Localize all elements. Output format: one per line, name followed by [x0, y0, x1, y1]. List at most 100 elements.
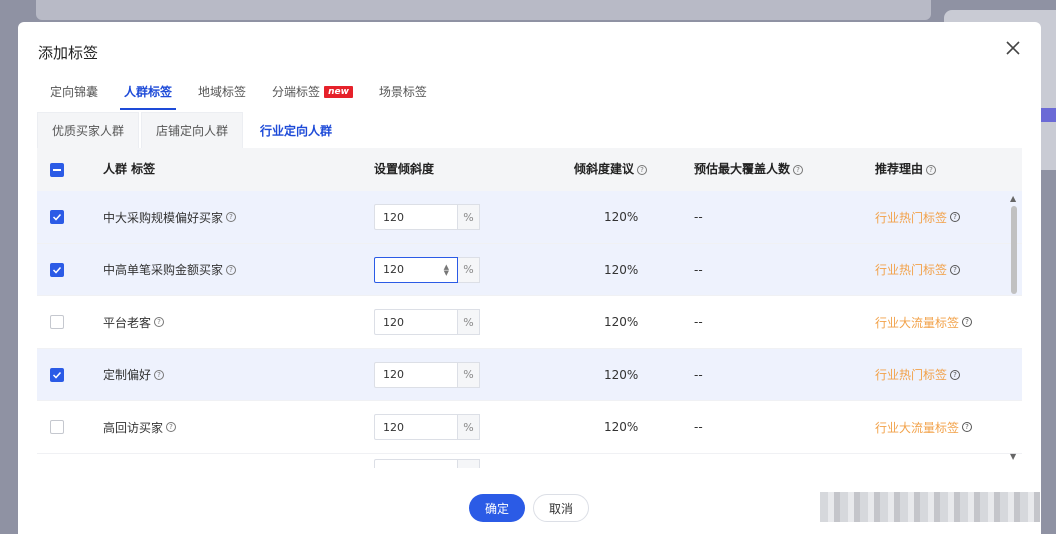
row-checkbox[interactable]	[50, 315, 64, 329]
coverage-value: --	[694, 210, 703, 224]
reason-value: 行业热门标签?	[875, 349, 961, 401]
coverage-value: --	[694, 262, 703, 277]
percent-unit: %	[458, 414, 480, 440]
header-label: 预估最大覆盖人数	[694, 162, 791, 176]
tag-name: 高回访买家?	[103, 401, 177, 453]
scroll-thumb[interactable]	[1011, 206, 1017, 294]
help-icon[interactable]: ?	[166, 422, 177, 432]
tilt-value: 120	[383, 315, 404, 329]
new-badge: new	[324, 86, 353, 98]
tab-crowd-tags[interactable]: 人群标签	[120, 84, 177, 110]
header-suggest: 倾斜度建议?	[574, 148, 648, 191]
tilt-input-group: 120 %	[374, 204, 480, 230]
tab-label: 人群标签	[124, 85, 173, 99]
tag-name: 中高单笔采购金额买家?	[103, 244, 237, 296]
help-icon[interactable]: ?	[226, 212, 237, 222]
tilt-input-group: 120 %	[374, 309, 480, 335]
suggest-value: 120%	[604, 210, 639, 224]
row-checkbox[interactable]	[50, 420, 64, 434]
row-checkbox[interactable]	[50, 210, 64, 224]
help-icon[interactable]: ?	[950, 212, 961, 222]
coverage-value: --	[694, 367, 703, 382]
tab-device-tags[interactable]: 分端标签 new	[272, 84, 353, 110]
suggest-value: 120%	[604, 315, 639, 329]
close-button[interactable]	[1003, 38, 1023, 58]
percent-unit: %	[458, 256, 480, 283]
background-card	[36, 0, 931, 20]
check-icon	[52, 213, 62, 221]
suggest-value: 120%	[604, 420, 639, 434]
tilt-input[interactable]: 120 ▲ ▼	[374, 256, 458, 283]
tab-label: 地域标签	[198, 85, 247, 99]
tilt-input[interactable]: 120	[374, 361, 458, 388]
tilt-input[interactable]: 120	[374, 204, 458, 230]
percent-unit: %	[458, 309, 480, 335]
table-row: 定制偏好? 120 % 120% -- 行业热门标签?	[37, 348, 1022, 401]
tilt-input[interactable]: 120	[374, 414, 458, 440]
select-all-checkbox[interactable]	[50, 162, 64, 177]
modal-title: 添加标签	[38, 44, 99, 62]
reason-text: 行业大流量标签	[875, 420, 960, 435]
tilt-value: 120	[383, 210, 404, 224]
table-row: 中大采购规模偏好买家? 120 % 120% -- 行业热门标签?	[37, 191, 1022, 244]
table-row: 高回访买家? 120 % 120% -- 行业大流量标签?	[37, 401, 1022, 454]
tilt-input-group: 120 %	[374, 414, 480, 440]
help-icon[interactable]: ?	[154, 317, 165, 327]
check-icon	[52, 266, 62, 274]
table-row: 中高单笔采购金额买家? 120 ▲ ▼ % 120% -- 行业热门标签?	[37, 243, 1022, 296]
percent-unit: %	[458, 204, 480, 230]
help-icon[interactable]: ?	[926, 164, 937, 175]
coverage-value: --	[694, 315, 703, 329]
header-label: 人群 标签	[103, 162, 156, 176]
table-header: 人群 标签 设置倾斜度 倾斜度建议? 预估最大覆盖人数? 推荐理由?	[37, 148, 1022, 191]
tag-name: 中大采购规模偏好买家?	[103, 191, 237, 243]
tab-targeting-kit[interactable]: 定向锦囊	[50, 84, 98, 110]
tilt-value: 120	[383, 263, 404, 276]
tilt-input[interactable]: 120	[374, 309, 458, 335]
tilt-value: 120	[383, 368, 404, 381]
tab-label: 定向锦囊	[50, 85, 99, 99]
header-reason: 推荐理由?	[875, 148, 937, 191]
scroll-down-icon[interactable]: ▼	[1010, 452, 1016, 461]
subtab-industry-targeting[interactable]: 行业定向人群	[245, 112, 348, 148]
crowd-table: 人群 标签 设置倾斜度 倾斜度建议? 预估最大覆盖人数? 推荐理由? 中大采购规…	[37, 148, 1022, 468]
confirm-button[interactable]: 确定	[469, 494, 525, 522]
table-scrollbar[interactable]: ▲ ▼	[1010, 194, 1018, 464]
row-checkbox[interactable]	[50, 262, 64, 277]
sub-tabs: 优质买家人群 店铺定向人群 行业定向人群	[37, 112, 349, 148]
table-row: 平台老客? 120 % 120% -- 行业大流量标签?	[37, 296, 1022, 349]
stepper-icon[interactable]: ▲ ▼	[444, 263, 449, 276]
reason-text: 行业热门标签	[875, 263, 948, 277]
help-icon[interactable]: ?	[950, 264, 961, 275]
help-icon[interactable]: ?	[962, 317, 973, 327]
help-icon[interactable]: ?	[793, 164, 804, 175]
header-coverage: 预估最大覆盖人数?	[694, 148, 804, 191]
tag-name-text: 中大采购规模偏好买家	[103, 210, 224, 225]
scroll-up-icon[interactable]: ▲	[1010, 194, 1016, 203]
subtab-quality-buyers[interactable]: 优质买家人群	[37, 112, 140, 148]
background-badge	[1040, 108, 1056, 122]
header-label: 设置倾斜度	[374, 162, 435, 176]
help-icon[interactable]: ?	[226, 264, 237, 275]
row-checkbox[interactable]	[50, 367, 64, 382]
reason-value: 行业热门标签?	[875, 244, 961, 296]
cancel-button[interactable]: 取消	[533, 494, 589, 522]
percent-unit: %	[458, 361, 480, 388]
close-icon	[1006, 41, 1020, 55]
header-tag: 人群 标签	[103, 148, 155, 191]
tab-scene-tags[interactable]: 场景标签	[379, 84, 427, 110]
tilt-input-group: 120 %	[374, 361, 480, 388]
suggest-value: 120%	[604, 367, 639, 382]
percent-unit	[458, 458, 480, 468]
add-tag-modal: 添加标签 定向锦囊 人群标签 地域标签 分端标签 new 场景标签 优质买家人群 …	[18, 22, 1041, 534]
help-icon[interactable]: ?	[962, 422, 973, 432]
help-icon[interactable]: ?	[154, 369, 165, 380]
help-icon[interactable]: ?	[637, 164, 648, 175]
tab-region-tags[interactable]: 地域标签	[198, 84, 246, 110]
subtab-store-targeting[interactable]: 店铺定向人群	[141, 112, 244, 148]
help-icon[interactable]: ?	[950, 369, 961, 380]
tilt-input[interactable]	[374, 458, 458, 468]
tag-name: 定制偏好?	[103, 349, 165, 401]
table-row-partial	[37, 454, 1022, 468]
reason-value: 行业热门标签?	[875, 191, 961, 243]
